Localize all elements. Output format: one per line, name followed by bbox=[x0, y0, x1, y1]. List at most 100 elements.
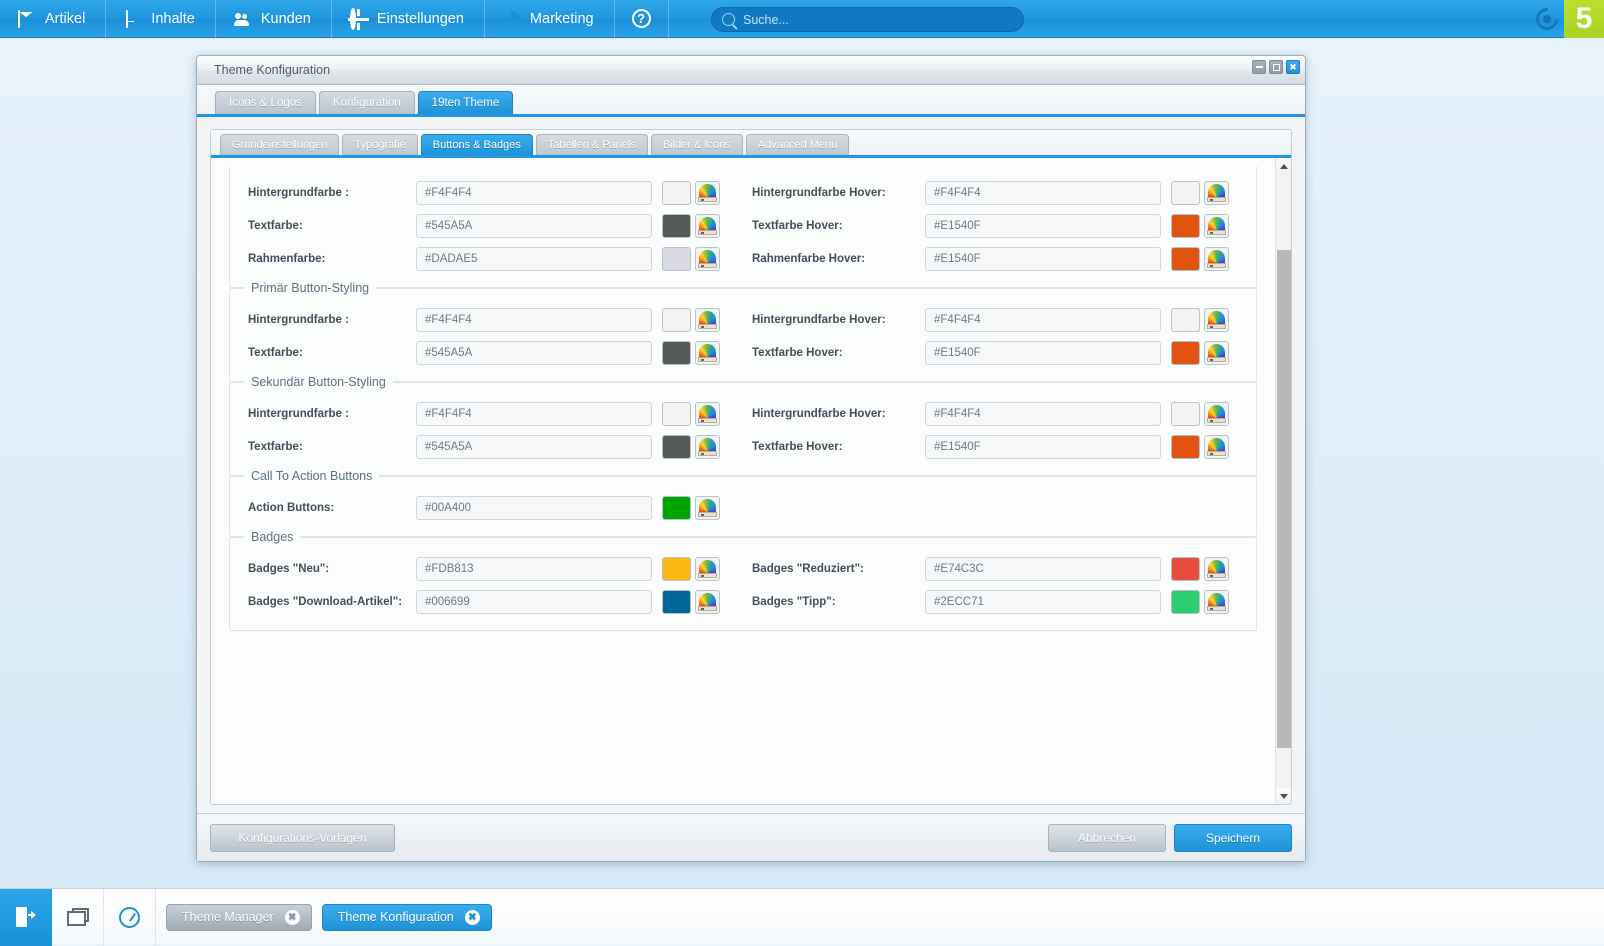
color-picker-icon[interactable] bbox=[1204, 557, 1229, 581]
color-picker-icon[interactable] bbox=[695, 247, 720, 271]
color-picker-icon[interactable] bbox=[1204, 214, 1229, 238]
performance-button[interactable] bbox=[104, 889, 156, 946]
maximize-button[interactable] bbox=[1269, 60, 1283, 74]
window-list-button[interactable] bbox=[52, 889, 104, 946]
color-swatch[interactable] bbox=[662, 214, 691, 238]
color-swatch[interactable] bbox=[1171, 402, 1200, 426]
tab-konfiguration[interactable]: Konfiguration bbox=[319, 91, 415, 114]
color-hex-input[interactable]: #545A5A bbox=[416, 435, 652, 459]
color-picker-icon[interactable] bbox=[695, 435, 720, 459]
color-picker-icon[interactable] bbox=[695, 402, 720, 426]
color-swatch[interactable] bbox=[1171, 247, 1200, 271]
color-swatch[interactable] bbox=[1171, 341, 1200, 365]
color-picker-icon[interactable] bbox=[1204, 402, 1229, 426]
color-hex-input[interactable]: #E1540F bbox=[925, 435, 1161, 459]
color-swatch[interactable] bbox=[1171, 590, 1200, 614]
settings-field: Textfarbe Hover:#E1540F bbox=[743, 214, 1256, 238]
tab-label: Konfiguration bbox=[333, 97, 401, 109]
color-hex-input[interactable]: #F4F4F4 bbox=[416, 308, 652, 332]
nav-item-kunden[interactable]: Kunden bbox=[216, 0, 332, 38]
tab-tabellen-panels[interactable]: Tabellen & Panels bbox=[536, 134, 648, 155]
taskbar-item-theme-konfiguration[interactable]: Theme Konfiguration ✖ bbox=[322, 904, 492, 931]
nav-item-inhalte[interactable]: Inhalte bbox=[106, 0, 216, 38]
color-hex-input[interactable]: #00A400 bbox=[416, 496, 652, 520]
tab-19ten-theme[interactable]: 19ten Theme bbox=[418, 91, 514, 114]
color-hex-input[interactable]: #006699 bbox=[416, 590, 652, 614]
window-title-bar[interactable]: Theme Konfiguration ✖ bbox=[197, 56, 1305, 85]
tab-icons-logos[interactable]: Icons & Logos bbox=[215, 91, 316, 114]
color-hex-input[interactable]: #F4F4F4 bbox=[925, 402, 1161, 426]
color-picker-icon[interactable] bbox=[1204, 247, 1229, 271]
color-swatch[interactable] bbox=[662, 402, 691, 426]
color-picker-icon[interactable] bbox=[695, 181, 720, 205]
color-hex-input[interactable]: #545A5A bbox=[416, 341, 652, 365]
close-icon[interactable]: ✖ bbox=[285, 910, 300, 925]
color-swatch[interactable] bbox=[1171, 214, 1200, 238]
color-hex-input[interactable]: #F4F4F4 bbox=[925, 308, 1161, 332]
color-picker-icon[interactable] bbox=[1204, 308, 1229, 332]
color-hex-input[interactable]: #2ECC71 bbox=[925, 590, 1161, 614]
color-picker-icon[interactable] bbox=[1204, 590, 1229, 614]
nav-item-einstellungen[interactable]: Einstellungen bbox=[332, 0, 485, 38]
vertical-scrollbar[interactable] bbox=[1275, 158, 1291, 804]
color-swatch[interactable] bbox=[1171, 181, 1200, 205]
help-button[interactable]: ? bbox=[615, 0, 669, 38]
color-picker-icon[interactable] bbox=[695, 557, 720, 581]
color-swatch[interactable] bbox=[662, 341, 691, 365]
color-picker-icon[interactable] bbox=[1204, 341, 1229, 365]
color-picker-icon[interactable] bbox=[695, 590, 720, 614]
gauge-icon bbox=[119, 907, 140, 928]
color-swatch[interactable] bbox=[662, 590, 691, 614]
nav-item-artikel[interactable]: Artikel bbox=[0, 0, 106, 38]
color-swatch[interactable] bbox=[662, 435, 691, 459]
color-swatch[interactable] bbox=[1171, 308, 1200, 332]
settings-group: Call To Action ButtonsAction Buttons:#00… bbox=[229, 476, 1257, 537]
tab-buttons-badges[interactable]: Buttons & Badges bbox=[421, 134, 533, 155]
search-input[interactable]: Suche... bbox=[711, 7, 1024, 32]
nav-item-marketing[interactable]: Marketing bbox=[485, 0, 615, 38]
scroll-down-button[interactable] bbox=[1276, 788, 1292, 804]
scroll-up-button[interactable] bbox=[1276, 158, 1292, 174]
color-swatch[interactable] bbox=[662, 308, 691, 332]
color-swatch[interactable] bbox=[662, 181, 691, 205]
color-picker-icon[interactable] bbox=[695, 214, 720, 238]
taskbar-item-theme-manager[interactable]: Theme Manager ✖ bbox=[166, 904, 312, 931]
color-hex-input[interactable]: #E1540F bbox=[925, 214, 1161, 238]
settings-field: Hintergrundfarbe :#F4F4F4 bbox=[230, 181, 743, 205]
color-swatch[interactable] bbox=[1171, 435, 1200, 459]
color-swatch[interactable] bbox=[662, 247, 691, 271]
color-picker-icon[interactable] bbox=[695, 496, 720, 520]
color-swatch[interactable] bbox=[662, 557, 691, 581]
color-hex-input[interactable]: #F4F4F4 bbox=[925, 181, 1161, 205]
color-picker-icon[interactable] bbox=[1204, 435, 1229, 459]
minimize-button[interactable] bbox=[1252, 60, 1266, 74]
color-hex-input[interactable]: #E1540F bbox=[925, 247, 1161, 271]
color-hex-input[interactable]: #F4F4F4 bbox=[416, 181, 652, 205]
color-hex-input[interactable]: #E74C3C bbox=[925, 557, 1161, 581]
cancel-button[interactable]: Abbrechen bbox=[1048, 824, 1166, 852]
tab-label: Typografie bbox=[354, 139, 405, 151]
color-hex-input[interactable]: #FDB813 bbox=[416, 557, 652, 581]
group-legend: Sekundär Button-Styling bbox=[244, 375, 393, 389]
konfigurations-vorlagen-button[interactable]: Konfigurations-Vorlagen bbox=[210, 824, 395, 852]
tab-bilder-icons[interactable]: Bilder & Icons bbox=[651, 134, 743, 155]
close-button[interactable]: ✖ bbox=[1286, 60, 1300, 74]
pie-chart-icon bbox=[503, 11, 521, 27]
color-picker-icon[interactable] bbox=[695, 341, 720, 365]
group-legend: Call To Action Buttons bbox=[244, 469, 379, 483]
tab-advanced-menu[interactable]: Advanced Menu bbox=[746, 134, 850, 155]
color-swatch[interactable] bbox=[1171, 557, 1200, 581]
logout-button[interactable] bbox=[0, 889, 52, 946]
color-hex-input[interactable]: #DADAE5 bbox=[416, 247, 652, 271]
color-hex-input[interactable]: #E1540F bbox=[925, 341, 1161, 365]
tab-typografie[interactable]: Typografie bbox=[342, 134, 417, 155]
scrollbar-thumb[interactable] bbox=[1277, 250, 1291, 748]
color-swatch[interactable] bbox=[662, 496, 691, 520]
close-icon[interactable]: ✖ bbox=[465, 910, 480, 925]
save-button[interactable]: Speichern bbox=[1174, 824, 1292, 852]
color-hex-input[interactable]: #545A5A bbox=[416, 214, 652, 238]
color-picker-icon[interactable] bbox=[695, 308, 720, 332]
color-hex-input[interactable]: #F4F4F4 bbox=[416, 402, 652, 426]
tab-grundeinstellungen[interactable]: Grundeinstellungen bbox=[220, 134, 339, 155]
color-picker-icon[interactable] bbox=[1204, 181, 1229, 205]
